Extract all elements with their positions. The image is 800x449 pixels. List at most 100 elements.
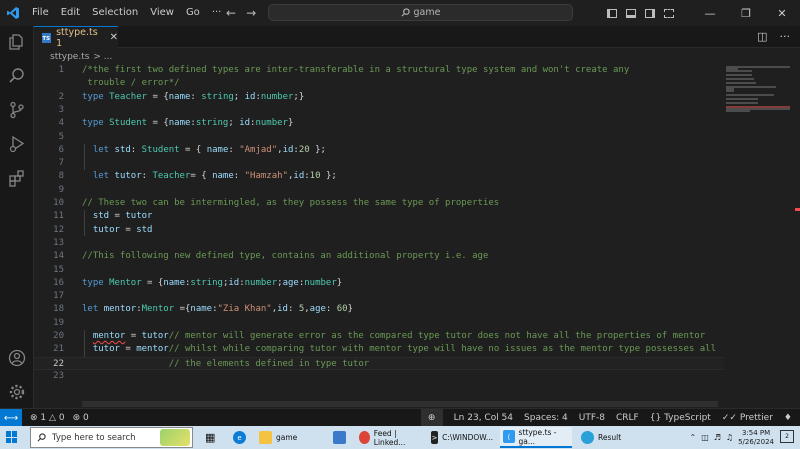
current-code-line: 22 // the elements defined in type tutor: [34, 356, 724, 370]
minimize-icon[interactable]: —: [692, 0, 728, 26]
line-ending[interactable]: CRLF: [616, 413, 639, 423]
taskbar-app-vscode[interactable]: ⟨ sttype.ts - ga...: [500, 427, 572, 448]
manage-gear-icon[interactable]: [7, 382, 27, 402]
menu-edit[interactable]: Edit: [55, 0, 86, 26]
line-number: 6: [58, 144, 64, 155]
notification-count: 2: [785, 433, 789, 440]
show-hidden-icons[interactable]: ⌃: [689, 433, 696, 442]
accounts-icon[interactable]: [7, 348, 27, 368]
menu-view[interactable]: View: [144, 0, 180, 26]
window-controls: — ❐ ✕: [692, 0, 800, 26]
tab-sttype-ts[interactable]: TS sttype.ts 1 ✕: [34, 26, 118, 49]
code-editor[interactable]: 1 /*the first two defined types are inter…: [34, 64, 800, 408]
toggle-panel-icon[interactable]: [626, 8, 636, 18]
system-tray: ⌃ ◫ ♬ ♫ 3:54 PM 5/26/2024: [689, 427, 774, 448]
breadcrumb-file[interactable]: sttype.ts: [50, 52, 89, 62]
code-text: let mentor:Mentor ={name:"Zia Khan",id: …: [82, 304, 354, 315]
line-number: 1: [58, 65, 64, 75]
menu-file[interactable]: File: [26, 0, 55, 26]
encoding[interactable]: UTF-8: [579, 413, 605, 423]
code-line: 14 //This following new defined type, con…: [34, 250, 724, 263]
customize-layout-icon[interactable]: [664, 8, 674, 18]
code-text: tutor = mentor// whilst while comparing …: [92, 344, 716, 355]
breadcrumb-rest[interactable]: > ...: [93, 52, 112, 62]
navigation-arrows: ← →: [226, 0, 256, 26]
indentation[interactable]: Spaces: 4: [524, 413, 568, 423]
line-number: 13: [53, 237, 64, 248]
code-text: //This following new defined type, conta…: [82, 251, 489, 262]
language-mode[interactable]: {} TypeScript: [650, 413, 711, 423]
menu-selection[interactable]: Selection: [86, 0, 144, 26]
windows-taskbar: Type here to search ▦ e game Feed | Link…: [0, 426, 800, 449]
status-right: ⊕ Ln 23, Col 54 Spaces: 4 UTF-8 CRLF {} …: [420, 409, 792, 427]
extensions-icon[interactable]: [7, 168, 27, 188]
editor-actions: ◫ ···: [757, 30, 790, 43]
folder-icon: [259, 431, 272, 444]
code-line: 23: [34, 370, 724, 383]
taskbar-app-chrome[interactable]: Feed | Linked...: [356, 427, 424, 448]
code-line: 8 let tutor: Teacher= { name: "Hamzah",i…: [34, 170, 724, 183]
clock[interactable]: 3:54 PM 5/26/2024: [738, 429, 774, 447]
taskbar-app-terminal[interactable]: > C:\WINDOW...: [428, 427, 496, 448]
double-check-icon: ✓✓: [721, 413, 737, 423]
split-editor-icon[interactable]: ◫: [757, 30, 767, 43]
back-arrow-icon[interactable]: ←: [226, 6, 236, 20]
taskbar-search[interactable]: Type here to search: [30, 427, 193, 448]
command-center-search[interactable]: game: [268, 4, 573, 21]
source-control-icon[interactable]: [7, 100, 27, 120]
error-count: 1: [40, 413, 47, 423]
line-number: 2: [58, 91, 64, 102]
edge-browser-icon[interactable]: e: [230, 427, 249, 448]
taskbar-app-result[interactable]: Result: [578, 427, 632, 448]
more-actions-icon[interactable]: ···: [780, 30, 791, 43]
code-text: trouble / error*/: [82, 78, 180, 89]
toggle-secondary-sidebar-icon[interactable]: [645, 8, 655, 18]
explorer-icon[interactable]: [7, 32, 27, 52]
code-line: 5: [34, 131, 724, 144]
notification-center-icon[interactable]: 2: [780, 430, 794, 443]
line-number: 8: [58, 171, 64, 182]
network-icon[interactable]: ◫: [701, 433, 709, 442]
vertical-scrollbar[interactable]: [794, 64, 800, 408]
restore-icon[interactable]: ❐: [728, 0, 764, 26]
prettier-status[interactable]: ✓✓ Prettier: [722, 413, 773, 423]
code-line: trouble / error*/: [34, 77, 724, 90]
formatter-label: Prettier: [739, 413, 773, 423]
line-number: 3: [58, 104, 64, 115]
code-line: 4 type Student = {name:string; id:number}: [34, 117, 724, 130]
search-highlight-icon: [160, 429, 190, 446]
remote-icon[interactable]: ⟷: [0, 409, 22, 427]
menu-go[interactable]: Go: [180, 0, 206, 26]
code-line: 15: [34, 264, 724, 277]
vscode-icon: ⟨: [503, 430, 515, 443]
forward-arrow-icon[interactable]: →: [246, 6, 256, 20]
menu-bar: File Edit Selection View Go ···: [26, 0, 227, 26]
run-debug-icon[interactable]: [7, 134, 27, 154]
search-view-icon[interactable]: [7, 66, 27, 86]
error-marker: [795, 208, 800, 211]
code-text: type Mentor = {name:string;id:number;age…: [82, 277, 343, 288]
close-tab-icon[interactable]: ✕: [110, 32, 118, 43]
search-text: game: [413, 7, 441, 18]
line-number: 16: [53, 277, 64, 288]
notifications-bell-icon[interactable]: ♦: [784, 413, 792, 423]
menu-more[interactable]: ···: [206, 0, 228, 26]
cursor-position[interactable]: Ln 23, Col 54: [454, 413, 513, 423]
line-number: 19: [53, 317, 64, 328]
code-line: 20 mentor = tutor// mentor will generate…: [34, 330, 724, 343]
task-view-icon[interactable]: ▦: [202, 427, 218, 448]
volume-icon[interactable]: ♬: [714, 433, 721, 442]
taskbar-app-explorer[interactable]: game: [256, 427, 330, 448]
app-label: C:\WINDOW...: [442, 433, 493, 442]
zoom-icon[interactable]: ⊕: [420, 409, 443, 427]
close-window-icon[interactable]: ✕: [764, 0, 800, 26]
store-icon[interactable]: [330, 427, 349, 448]
toggle-primary-sidebar-icon[interactable]: [607, 8, 617, 18]
minimap[interactable]: [726, 64, 792, 124]
code-line: 13: [34, 237, 724, 250]
ports-indicator[interactable]: ⊛ 0: [73, 413, 89, 423]
problems-indicator[interactable]: ⊗ 1 △ 0: [30, 413, 65, 423]
windows-start-icon[interactable]: [6, 431, 18, 443]
speaker-icon[interactable]: ♫: [726, 433, 733, 442]
horizontal-scrollbar[interactable]: [82, 401, 718, 407]
